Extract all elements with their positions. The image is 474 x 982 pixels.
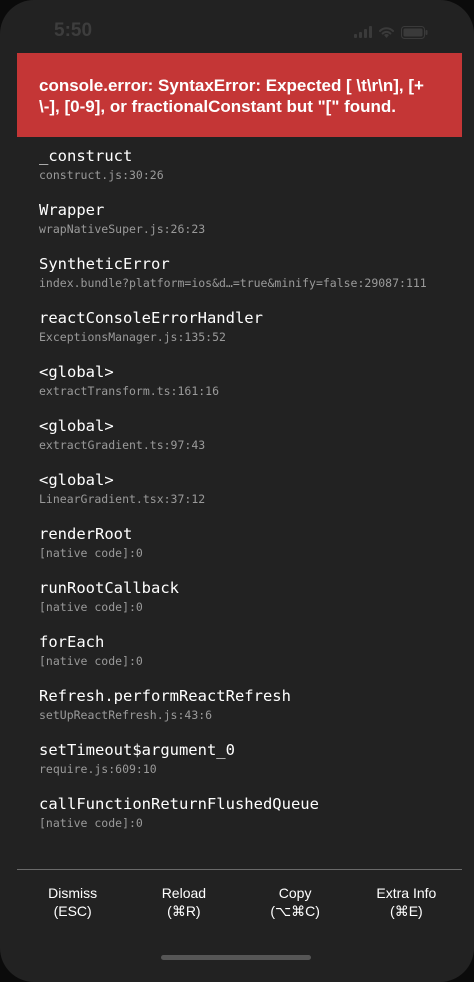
frame-function: renderRoot — [39, 525, 133, 543]
copy-label: Copy — [278, 885, 312, 901]
dismiss-label: Dismiss — [48, 885, 98, 901]
extra-info-shortcut: (⌘E) — [390, 903, 423, 919]
frame-location: setUpReactRefresh.js:43:6 — [39, 708, 213, 722]
frame-function: callFunctionReturnFlushedQueue — [39, 795, 319, 813]
stack-frame[interactable]: setTimeout$argument_0 require.js:609:10 — [39, 740, 459, 794]
frame-location: [native code]:0 — [39, 546, 143, 560]
stack-frame[interactable]: runRootCallback [native code]:0 — [39, 578, 459, 632]
frame-function: SyntheticError — [39, 255, 170, 273]
cellular-signal-icon — [354, 26, 372, 38]
stack-frame[interactable]: Refresh.performReactRefresh setUpReactRe… — [39, 686, 459, 740]
status-time: 5:50 — [54, 20, 93, 41]
stack-frame[interactable]: callFunctionReturnFlushedQueue [native c… — [39, 794, 459, 848]
frame-location: [native code]:0 — [39, 600, 143, 614]
stack-frame[interactable]: <global> extractGradient.ts:97:43 — [39, 416, 459, 470]
reload-button[interactable]: Reload (⌘R) — [128, 870, 239, 928]
frame-function: <global> — [39, 471, 114, 489]
stack-frame[interactable]: SyntheticError index.bundle?platform=ios… — [39, 254, 459, 308]
status-icons — [354, 24, 428, 40]
frame-location: wrapNativeSuper.js:26:23 — [39, 222, 206, 236]
stack-frame[interactable]: forEach [native code]:0 — [39, 632, 459, 686]
copy-shortcut: (⌥⌘C) — [270, 903, 320, 919]
frame-location: index.bundle?platform=ios&d…=true&minify… — [39, 276, 427, 290]
stack-frame[interactable]: <global> extractTransform.ts:161:16 — [39, 362, 459, 416]
stack-trace-list: _construct construct.js:30:26 Wrapper wr… — [39, 146, 459, 848]
frame-function: Wrapper — [39, 201, 105, 219]
stack-frame[interactable]: <global> LinearGradient.tsx:37:12 — [39, 470, 459, 524]
frame-location: extractGradient.ts:97:43 — [39, 438, 206, 452]
reload-label: Reload — [161, 885, 207, 901]
frame-location: LinearGradient.tsx:37:12 — [39, 492, 206, 506]
frame-function: setTimeout$argument_0 — [39, 741, 235, 759]
stack-frame[interactable]: _construct construct.js:30:26 — [39, 146, 459, 200]
stack-frame[interactable]: Wrapper wrapNativeSuper.js:26:23 — [39, 200, 459, 254]
status-bar: 5:50 — [0, 0, 474, 50]
dismiss-button[interactable]: Dismiss (ESC) — [17, 870, 128, 928]
dismiss-shortcut: (ESC) — [53, 903, 92, 919]
error-message: console.error: SyntaxError: Expected [ \… — [39, 76, 424, 116]
phone-screen: 5:50 console.error: SyntaxError: Expecte… — [0, 0, 474, 982]
frame-location: [native code]:0 — [39, 654, 143, 668]
reload-shortcut: (⌘R) — [167, 903, 201, 919]
copy-button[interactable]: Copy (⌥⌘C) — [240, 870, 351, 928]
frame-function: _construct — [39, 147, 133, 165]
frame-location: require.js:609:10 — [39, 762, 157, 776]
battery-icon — [401, 25, 428, 39]
frame-function: runRootCallback — [39, 579, 179, 597]
frame-location: [native code]:0 — [39, 816, 143, 830]
stack-frame[interactable]: reactConsoleErrorHandler ExceptionsManag… — [39, 308, 459, 362]
extra-info-button[interactable]: Extra Info (⌘E) — [351, 870, 462, 928]
wifi-icon — [379, 27, 394, 38]
error-footer-toolbar: Dismiss (ESC) Reload (⌘R) Copy (⌥⌘C) Ext… — [17, 870, 462, 928]
frame-location: construct.js:30:26 — [39, 168, 164, 182]
frame-function: <global> — [39, 417, 114, 435]
frame-function: <global> — [39, 363, 114, 381]
frame-location: ExceptionsManager.js:135:52 — [39, 330, 226, 344]
home-indicator[interactable] — [161, 955, 311, 960]
extra-info-label: Extra Info — [376, 885, 437, 901]
frame-function: Refresh.performReactRefresh — [39, 687, 291, 705]
frame-location: extractTransform.ts:161:16 — [39, 384, 220, 398]
stack-frame[interactable]: renderRoot [native code]:0 — [39, 524, 459, 578]
error-message-banner: console.error: SyntaxError: Expected [ \… — [17, 53, 462, 137]
frame-function: forEach — [39, 633, 105, 651]
frame-function: reactConsoleErrorHandler — [39, 309, 263, 327]
